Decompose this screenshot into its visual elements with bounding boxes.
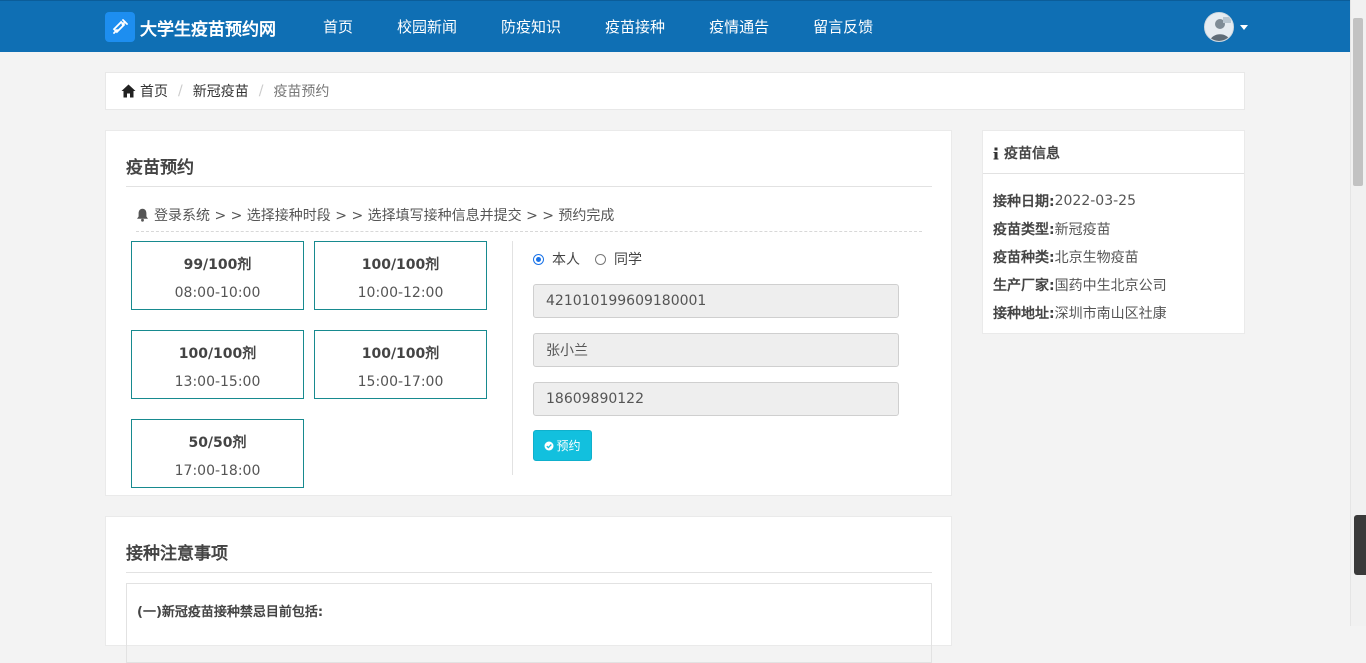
- id-number-field[interactable]: [533, 284, 899, 318]
- home-icon: [121, 84, 136, 98]
- info-value: 深圳市南山区社康: [1054, 306, 1167, 322]
- info-row-kind: 疫苗种类: 北京生物疫苗: [993, 243, 1167, 271]
- info-divider: [983, 173, 1244, 174]
- info-label: 接种日期:: [993, 194, 1055, 210]
- info-label: 生产厂家:: [993, 278, 1055, 294]
- form-divider: [512, 241, 513, 475]
- radio-self[interactable]: [533, 253, 544, 265]
- breadcrumb-home[interactable]: 首页: [121, 81, 168, 101]
- slot-time: 13:00-15:00: [174, 374, 261, 390]
- breadcrumb-category[interactable]: 新冠疫苗: [193, 81, 249, 101]
- info-value: 国药中生北京公司: [1054, 278, 1167, 294]
- info-row-address: 接种地址: 深圳市南山区社康: [993, 299, 1167, 327]
- info-value: 新冠疫苗: [1054, 222, 1111, 238]
- nav-item-notices[interactable]: 疫情通告: [687, 1, 791, 53]
- side-widget: [1354, 515, 1366, 575]
- breadcrumb-separator: /: [178, 83, 183, 99]
- nav-item-feedback[interactable]: 留言反馈: [791, 1, 895, 53]
- slot-time: 17:00-18:00: [174, 463, 261, 479]
- breadcrumb-current: 疫苗预约: [273, 84, 330, 100]
- check-circle-icon: [544, 441, 554, 450]
- breadcrumb: 首页 / 新冠疫苗 / 疫苗预约: [105, 72, 1245, 110]
- info-value: 2022-03-25: [1054, 193, 1136, 209]
- title-divider: [126, 186, 932, 187]
- nav-item-vaccination[interactable]: 疫苗接种: [583, 1, 687, 53]
- nav-item-campus-news[interactable]: 校园新闻: [375, 1, 479, 53]
- radio-classmate[interactable]: [595, 253, 606, 265]
- nav-item-prevention[interactable]: 防疫知识: [479, 1, 583, 53]
- chevron-down-icon[interactable]: [1240, 24, 1248, 30]
- notes-divider: [126, 572, 932, 573]
- slot-count: 100/100剂: [178, 346, 257, 362]
- bell-icon: [137, 208, 148, 222]
- phone-field[interactable]: [533, 382, 899, 416]
- slot-time: 08:00-10:00: [174, 285, 261, 301]
- radio-self-label[interactable]: 本人: [552, 249, 580, 269]
- slot-count: 100/100剂: [361, 257, 440, 273]
- time-slot[interactable]: 99/100剂 08:00-10:00: [131, 241, 304, 310]
- info-row-type: 疫苗类型: 新冠疫苗: [993, 215, 1167, 243]
- booking-title: 疫苗预约: [126, 158, 194, 178]
- name-field[interactable]: [533, 333, 899, 367]
- info-label: 接种地址:: [993, 306, 1055, 322]
- time-slot[interactable]: 100/100剂 13:00-15:00: [131, 330, 304, 399]
- time-slot[interactable]: 50/50剂 17:00-18:00: [131, 419, 304, 488]
- slot-time: 15:00-17:00: [357, 374, 444, 390]
- syringe-icon: [105, 12, 135, 42]
- slot-count: 50/50剂: [188, 435, 247, 451]
- avatar[interactable]: [1204, 12, 1234, 42]
- info-value: 北京生物疫苗: [1054, 250, 1139, 266]
- info-icon: [993, 147, 999, 159]
- info-row-date: 接种日期: 2022-03-25: [993, 187, 1167, 215]
- slot-count: 99/100剂: [183, 257, 252, 273]
- brand[interactable]: 大学生疫苗预约网: [105, 12, 276, 42]
- info-title: 疫苗信息: [993, 143, 1060, 163]
- time-slot[interactable]: 100/100剂 15:00-17:00: [314, 330, 487, 399]
- slot-count: 100/100剂: [361, 346, 440, 362]
- booking-panel: 疫苗预约 登录系统 > > 选择接种时段 > > 选择填写接种信息并提交 > >…: [105, 130, 952, 496]
- info-row-manufacturer: 生产厂家: 国药中生北京公司: [993, 271, 1167, 299]
- user-menu[interactable]: [1204, 12, 1248, 42]
- notes-panel: 接种注意事项 (一)新冠疫苗接种禁忌目前包括:: [105, 516, 952, 663]
- booking-steps: 登录系统 > > 选择接种时段 > > 选择填写接种信息并提交 > > 预约完成: [136, 205, 614, 225]
- steps-text: 登录系统 > > 选择接种时段 > > 选择填写接种信息并提交 > > 预约完成: [154, 208, 615, 224]
- brand-title: 大学生疫苗预约网: [140, 19, 276, 40]
- info-list: 接种日期: 2022-03-25 疫苗类型: 新冠疫苗 疫苗种类: 北京生物疫苗…: [993, 187, 1167, 327]
- nav-item-home[interactable]: 首页: [300, 1, 375, 53]
- radio-classmate-label[interactable]: 同学: [614, 249, 642, 269]
- time-slot[interactable]: 100/100剂 10:00-12:00: [314, 241, 487, 310]
- notes-title: 接种注意事项: [126, 544, 228, 564]
- info-label: 疫苗种类:: [993, 250, 1055, 266]
- breadcrumb-separator: /: [258, 83, 264, 99]
- notes-first-line: (一)新冠疫苗接种禁忌目前包括:: [137, 605, 324, 620]
- top-navbar: 大学生疫苗预约网 首页 校园新闻 防疫知识 疫苗接种 疫情通告 留言反馈: [0, 0, 1350, 52]
- main-nav: 首页 校园新闻 防疫知识 疫苗接种 疫情通告 留言反馈: [300, 1, 895, 53]
- steps-divider: [136, 231, 922, 232]
- book-button-label: 预约: [556, 439, 581, 453]
- info-title-label: 疫苗信息: [1004, 146, 1060, 162]
- notes-content: (一)新冠疫苗接种禁忌目前包括:: [126, 583, 932, 663]
- book-button[interactable]: 预约: [533, 430, 592, 461]
- breadcrumb-home-label: 首页: [140, 84, 168, 100]
- vaccine-info-panel: 疫苗信息 接种日期: 2022-03-25 疫苗类型: 新冠疫苗 疫苗种类: 北…: [982, 130, 1245, 334]
- slot-time: 10:00-12:00: [357, 285, 444, 301]
- info-label: 疫苗类型:: [993, 222, 1055, 238]
- scrollbar-thumb[interactable]: [1353, 18, 1363, 186]
- booking-for-group: 本人 同学: [533, 249, 657, 269]
